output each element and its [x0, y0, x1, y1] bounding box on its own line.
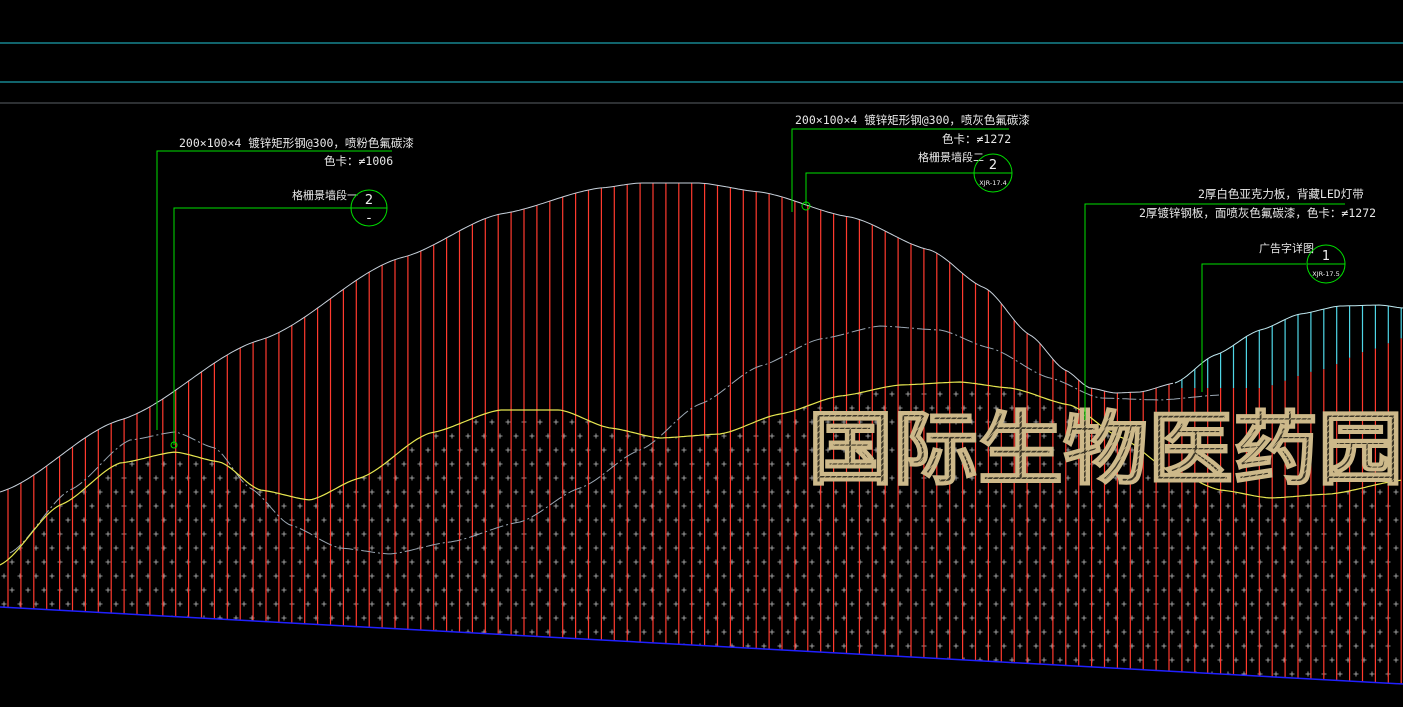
leader-line-right-2 [1201, 263, 1306, 392]
detail-marker-center: 2 XJR-17.4 [973, 153, 1013, 193]
sign-lettering: 国际生物医药园 [808, 402, 1403, 496]
detail-marker-center-number: 2 [989, 158, 997, 173]
callout-right-line-2: 2厚镀锌钢板，面喷灰色氟碳漆，色卡：≠1272 [1139, 206, 1376, 220]
cyan-grille-top-curve [1174, 304, 1403, 384]
cad-elevation-drawing: 国际生物医药园 200×100×4 镀锌矩形钢@300，喷粉色氟碳漆 色卡：≠1… [0, 42, 1403, 685]
callout-center-spec: 200×100×4 镀锌矩形钢@300，喷灰色氟碳漆 [795, 113, 1030, 127]
detail-marker-right-ref: XJR-17.5 [1312, 270, 1339, 278]
callout-right-line-1: 2厚白色亚克力板，背藏LED灯带 [1198, 187, 1364, 201]
detail-marker-right: 1 XJR-17.5 [1306, 244, 1346, 284]
leader-line-right-1 [1084, 203, 1345, 420]
drawing-border-lines [0, 42, 1403, 104]
callout-right-detail-label: 广告字详图 [1259, 241, 1314, 255]
leader-line-center-2 [805, 172, 974, 206]
detail-marker-left-number: 2 [365, 193, 373, 208]
callout-left-color-card: 色卡：≠1006 [324, 154, 393, 168]
detail-marker-left-ref: - [367, 211, 372, 226]
callout-center-color-card: 色卡：≠1272 [942, 132, 1011, 146]
detail-marker-left: 2 - [350, 189, 388, 227]
detail-marker-center-ref: XJR-17.4 [979, 179, 1006, 187]
callout-center-detail-label: 格栅景墙段二 [918, 150, 984, 164]
callout-right: 2厚白色亚克力板，背藏LED灯带 2厚镀锌钢板，面喷灰色氟碳漆，色卡：≠1272… [1084, 187, 1376, 420]
callout-left-spec: 200×100×4 镀锌矩形钢@300，喷粉色氟碳漆 [179, 136, 414, 150]
cyan-steel-slats [1181, 305, 1402, 388]
callout-center: 200×100×4 镀锌矩形钢@300，喷灰色氟碳漆 色卡：≠1272 格栅景墙… [791, 113, 1030, 212]
callout-left: 200×100×4 镀锌矩形钢@300，喷粉色氟碳漆 色卡：≠1006 格栅景墙… [156, 136, 414, 449]
ground-line [0, 606, 1403, 685]
leader-line-left-2 [173, 207, 352, 445]
callout-left-detail-label: 格栅景墙段一 [292, 188, 358, 202]
detail-marker-right-number: 1 [1322, 249, 1330, 264]
